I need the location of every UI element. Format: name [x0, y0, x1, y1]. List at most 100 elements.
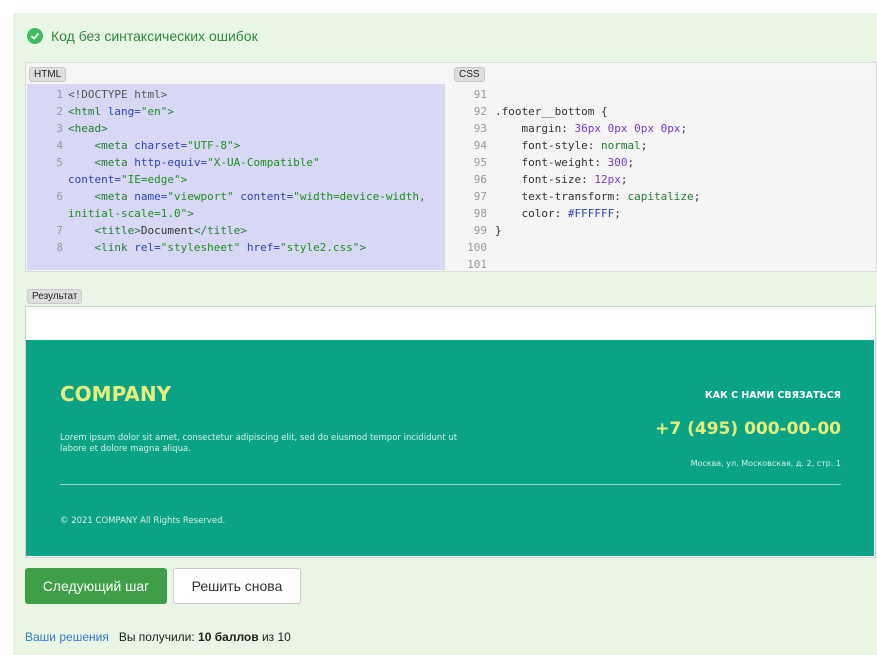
code-line: 1 <!DOCTYPE html> [27, 88, 445, 104]
code-text: <html lang="en"> [68, 105, 174, 118]
code-text: <!DOCTYPE html> [68, 88, 167, 101]
code-token: name= [134, 190, 168, 203]
code-line: 95 font-weight: 300; [452, 156, 874, 172]
footer-phone: +7 (495) 000-00-00 [655, 419, 841, 439]
code-token: <title> [68, 224, 141, 237]
code-token: ; [614, 207, 621, 220]
line-number: 4 [56, 139, 63, 152]
footer-address: Москва, ул. Московская, д. 2, стр. 1 [690, 459, 841, 468]
code-line: 100 [452, 241, 874, 257]
solutions-link[interactable]: Ваши решения [25, 630, 109, 644]
css-editor[interactable]: 91 92 .footer__bottom { 93 margin: 36px 0px… [452, 84, 874, 270]
line-number: 3 [56, 122, 63, 135]
code-token: "stylesheet" [160, 241, 247, 254]
footer-contact-title: КАК С НАМИ СВЯЗАТЬСЯ [704, 390, 841, 401]
code-text: <meta name="viewport" content="width=dev… [68, 190, 426, 203]
line-number: 8 [56, 241, 63, 254]
code-line: initial-scale=1.0"> [27, 207, 445, 223]
code-token: Document [140, 224, 194, 237]
code-text: <head> [68, 122, 108, 135]
code-token: normal [600, 139, 641, 152]
code-token: initial-scale=1.0" [68, 207, 188, 220]
code-line: 92 .footer__bottom { [452, 105, 874, 121]
line-number: 95 [473, 156, 487, 169]
code-text: text-transform: capitalize; [495, 190, 700, 203]
line-number: 96 [473, 173, 487, 186]
code-text: } [495, 224, 502, 237]
code-token: "width=device-width, [293, 190, 426, 203]
code-token: capitalize [627, 190, 694, 203]
code-token: <meta [68, 156, 135, 169]
code-line: 99} [452, 224, 874, 240]
code-line: 98 color: #FFFFFF; [452, 207, 874, 223]
code-text: .footer__bottom { [495, 105, 608, 118]
code-text: margin: 36px 0px 0px 0px; [495, 122, 687, 135]
line-number: 2 [56, 105, 63, 118]
code-line: 5 <meta http-equiv="X-UA-Compatible" [27, 156, 445, 172]
code-token: content= [68, 173, 121, 186]
footer-company-logo: COMPANY [60, 382, 172, 406]
code-token: http-equiv= [134, 156, 208, 169]
code-line: 94 font-style: normal; [452, 139, 874, 155]
code-line: 7 <title>Document</title> [27, 224, 445, 240]
next-step-button[interactable]: Следующий шаг [25, 568, 167, 604]
code-token: lang= [107, 105, 141, 118]
code-line: 91 [452, 88, 874, 104]
code-token: content= [240, 190, 294, 203]
line-number: 99 [473, 224, 487, 237]
code-token: "X-UA-Compatible" [207, 156, 320, 169]
code-token: } [495, 224, 502, 237]
code-token: > [233, 139, 241, 152]
score-value: 10 баллов [198, 630, 259, 644]
code-token: font-weight: [495, 156, 608, 169]
code-line: 97 text-transform: capitalize; [452, 190, 874, 206]
html-editor[interactable]: 1 <!DOCTYPE html> 2 <html lang="en"> 3 <head>… [27, 84, 445, 270]
code-token: charset= [134, 139, 188, 152]
code-line: 8 <link rel="stylesheet" href="style2.cs… [27, 241, 445, 257]
code-token: .footer__bottom { [495, 105, 608, 118]
line-number: 100 [467, 241, 487, 254]
line-number: 92 [473, 105, 487, 118]
check-circle-icon [27, 28, 43, 44]
footer-divider [60, 484, 841, 485]
line-number: 1 [56, 88, 63, 101]
code-text: font-size: 12px; [495, 173, 627, 186]
code-text: font-style: normal; [495, 139, 647, 152]
code-token: href= [246, 241, 280, 254]
retry-button[interactable]: Решить снова [173, 568, 301, 604]
code-token: "style2.css" [279, 241, 360, 254]
code-line: 6 <meta name="viewport" content="width=d… [27, 190, 445, 206]
code-text: content="IE=edge"> [68, 173, 187, 186]
line-number: 6 [56, 190, 63, 203]
code-token: "IE=edge" [120, 173, 181, 186]
code-line: 96 font-size: 12px; [452, 173, 874, 189]
code-line: 2 <html lang="en"> [27, 105, 445, 121]
code-text: <meta http-equiv="X-UA-Compatible" [68, 156, 320, 169]
code-line: content="IE=edge"> [27, 173, 445, 189]
code-token: <meta [68, 190, 135, 203]
status-text: Код без синтаксических ошибок [51, 28, 258, 44]
code-line: 93 margin: 36px 0px 0px 0px; [452, 122, 874, 138]
code-token: "viewport" [167, 190, 241, 203]
code-token: 300 [607, 156, 628, 169]
line-number: 98 [473, 207, 487, 220]
code-line: 101 [452, 258, 874, 270]
code-token: "en" [140, 105, 168, 118]
code-token: <meta [68, 139, 135, 152]
code-token: > [167, 105, 174, 118]
footer-description: Lorem ipsum dolor sit amet, consectetur … [60, 433, 458, 454]
syntax-status: Код без синтаксических ошибок [27, 26, 258, 46]
code-token: <!DOCTYPE html> [68, 88, 168, 101]
code-text: initial-scale=1.0"> [68, 207, 194, 220]
line-number: 97 [473, 190, 487, 203]
code-token: ; [640, 139, 648, 152]
code-token: "UTF-8" [187, 139, 234, 152]
code-token: margin: [495, 122, 575, 135]
css-tab-label: CSS [454, 67, 485, 82]
line-number: 91 [473, 88, 487, 101]
preview-footer: COMPANY Lorem ipsum dolor sit amet, cons… [26, 340, 874, 556]
code-token: <link [68, 241, 135, 254]
score-prefix: Вы получили: [118, 630, 195, 644]
code-token: font-size: [495, 173, 595, 186]
code-token: rel= [134, 241, 161, 254]
